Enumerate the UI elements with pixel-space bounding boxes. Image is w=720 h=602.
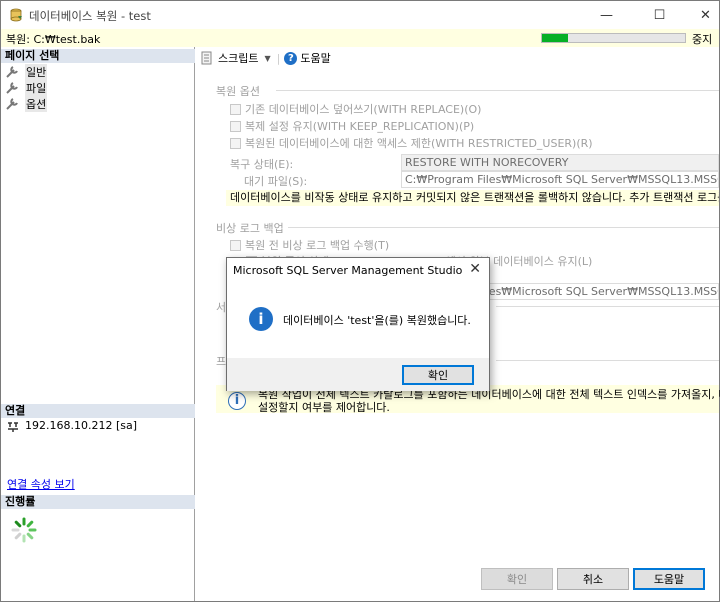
wrench-icon: [6, 66, 18, 78]
with-replace-checkbox[interactable]: 기존 데이터베이스 덮어쓰기(WITH REPLACE)(O): [230, 101, 481, 117]
checkbox-box: [230, 120, 241, 132]
group-divider: [496, 360, 719, 361]
page-item-files[interactable]: 파일: [5, 80, 48, 96]
checkbox-label: 복원된 데이터베이스에 대한 액세스 제한(WITH RESTRICTED_US…: [245, 137, 593, 150]
title-bar: 데이터베이스 복원 - test — ☐ ✕: [1, 1, 719, 29]
minimize-button[interactable]: —: [584, 1, 629, 29]
wrench-icon: [6, 98, 18, 110]
script-button[interactable]: 스크립트 ▼: [200, 50, 271, 66]
checkbox-box: [230, 137, 241, 149]
restore-source-label: 복원: C:₩test.bak: [6, 33, 101, 46]
script-label: 스크립트: [218, 52, 259, 65]
database-restore-icon: [10, 8, 22, 22]
checkbox-label: 기존 데이터베이스 덮어쓰기(WITH REPLACE)(O): [245, 103, 482, 116]
page-select-header: 페이지 선택: [1, 49, 195, 63]
status-bar: 복원: C:₩test.bak 중지: [1, 29, 719, 47]
group-divider: [288, 227, 719, 228]
dialog-title: Microsoft SQL Server Management Studio: [233, 264, 463, 277]
checkbox-label: 복제 설정 유지(WITH KEEP_REPLICATION)(P): [245, 120, 475, 133]
help-label: 도움말: [300, 52, 331, 65]
stop-button[interactable]: 중지: [692, 31, 712, 47]
restore-database-window: 데이터베이스 복원 - test — ☐ ✕ 복원: C:₩test.bak 중…: [0, 0, 720, 602]
checkbox-label: 복원 전 비상 로그 백업 수행(T): [245, 239, 390, 252]
recovery-state-label: 복구 상태(E):: [230, 158, 294, 171]
page-item-label: 파일: [25, 80, 48, 96]
progress-header: 진행률: [1, 495, 195, 509]
standby-file-label: 대기 파일(S):: [244, 175, 308, 188]
server-connection-icon: [8, 421, 18, 432]
window-title: 데이터베이스 복원 - test: [29, 9, 151, 23]
connection-row: 192.168.10.212 [sa]: [7, 419, 137, 432]
restore-options-title: 복원 옵션: [216, 85, 260, 98]
dialog-footer: 확인: [227, 358, 489, 391]
help-toolbar-button[interactable]: ? 도움말: [284, 50, 331, 66]
chevron-down-icon[interactable]: ▼: [264, 54, 270, 63]
left-panel: 페이지 선택 일반 파일 옵션 연결 192.168.10.212 [sa] 연…: [1, 47, 195, 601]
dialog-close-button[interactable]: ✕: [469, 261, 481, 277]
keep-replication-checkbox[interactable]: 복제 설정 유지(WITH KEEP_REPLICATION)(P): [230, 118, 474, 134]
page-item-label: 옵션: [25, 96, 48, 112]
group-divider: [496, 306, 719, 307]
dialog-message: 데이터베이스 'test'을(를) 복원했습니다.: [283, 314, 471, 327]
connection-server: 192.168.10.212 [sa]: [25, 419, 138, 432]
toolbar: 스크립트 ▼ | ? 도움말: [196, 47, 719, 69]
recovery-state-select[interactable]: RESTORE WITH NORECOVERY: [401, 154, 719, 171]
recovery-state-warning: 데이터베이스를 비작동 상태로 유지하고 커밋되지 않은 트랜잭션을 롤백하지 …: [226, 190, 719, 206]
close-button[interactable]: ✕: [683, 1, 720, 29]
checkbox-box: [230, 103, 241, 115]
dialog-ok-button[interactable]: 확인: [402, 365, 474, 385]
group-divider: [276, 90, 719, 91]
toolbar-divider: |: [276, 51, 281, 65]
info-icon: i: [249, 307, 273, 331]
restore-progress-bar: [541, 33, 686, 43]
info-icon: i: [228, 392, 246, 410]
page-item-options[interactable]: 옵션: [5, 96, 48, 112]
page-item-general[interactable]: 일반: [5, 64, 48, 80]
help-icon: ?: [284, 51, 298, 65]
info-text-line2: 설정할지 여부를 제어합니다.: [258, 401, 390, 414]
cancel-button[interactable]: 취소: [557, 568, 629, 590]
help-button[interactable]: 도움말: [633, 568, 705, 590]
restore-complete-dialog: Microsoft SQL Server Management Studio ✕…: [226, 257, 490, 391]
connection-header: 연결: [1, 404, 195, 418]
tail-log-title: 비상 로그 백업: [216, 222, 284, 235]
server-connections-title: 서: [216, 301, 227, 314]
wrench-icon: [6, 82, 18, 94]
restore-progress-fill: [542, 34, 568, 42]
ok-button[interactable]: 확인: [481, 568, 553, 590]
tail-log-backup-checkbox[interactable]: 복원 전 비상 로그 백업 수행(T): [230, 237, 389, 253]
view-connection-properties-link[interactable]: 연결 속성 보기: [7, 476, 75, 492]
progress-spinner-icon: [11, 517, 37, 543]
checkbox-box: [230, 239, 241, 251]
page-item-label: 일반: [25, 64, 48, 80]
restricted-user-checkbox[interactable]: 복원된 데이터베이스에 대한 액세스 제한(WITH RESTRICTED_US…: [230, 135, 593, 151]
script-icon: [201, 51, 212, 65]
maximize-button[interactable]: ☐: [637, 1, 682, 29]
prompt-section-title: 프: [216, 355, 227, 368]
standby-file-input[interactable]: C:₩Program Files₩Microsoft SQL Server₩MS…: [401, 171, 719, 188]
